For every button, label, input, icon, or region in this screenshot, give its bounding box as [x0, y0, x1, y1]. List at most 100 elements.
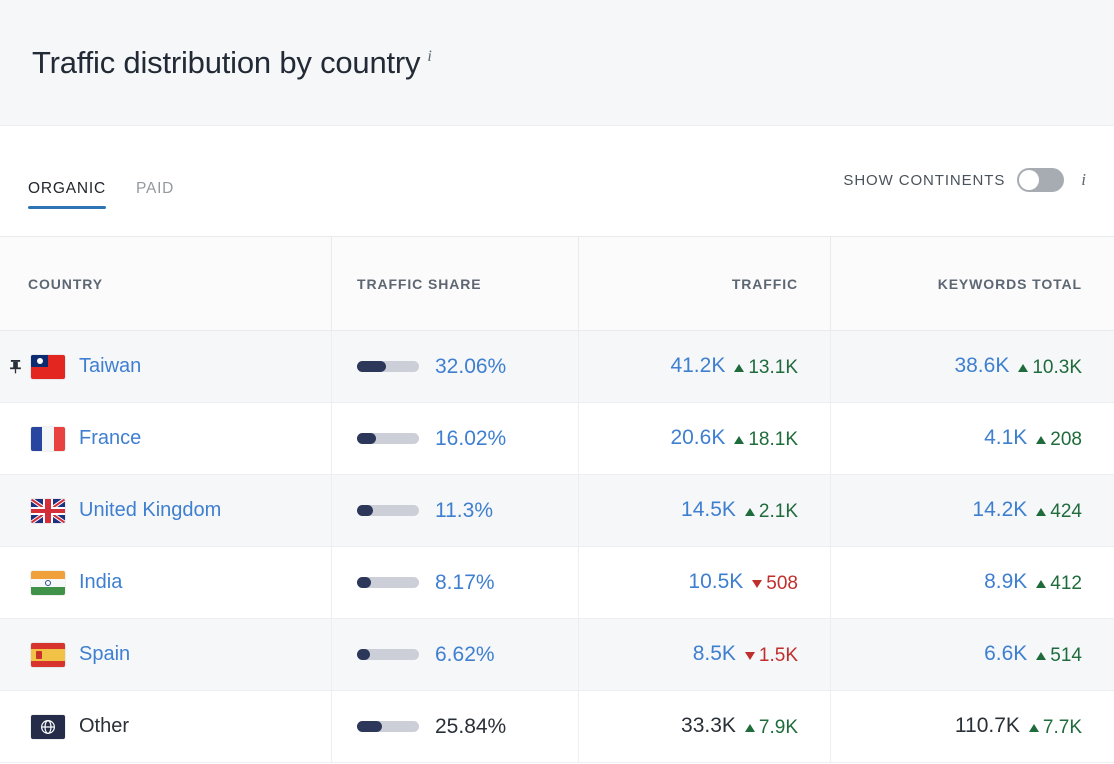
cell-traffic: 20.6K 18.1K — [578, 402, 830, 475]
column-header-traffic-share[interactable]: TRAFFIC SHARE — [331, 236, 578, 331]
country-name-link[interactable]: Taiwan — [79, 355, 141, 378]
keywords-delta: 514 — [1036, 645, 1082, 667]
delta-value: 7.9K — [758, 717, 798, 738]
traffic-value[interactable]: 20.6K — [670, 426, 725, 450]
share-bar-fill — [357, 433, 376, 444]
show-continents-toggle[interactable] — [1017, 168, 1065, 192]
trend-up-icon — [734, 436, 745, 444]
cell-country: Other — [0, 691, 331, 763]
cell-keywords-total: 4.1K 208 — [830, 402, 1114, 475]
show-continents-label: SHOW CONTINENTS — [843, 171, 1006, 189]
table-row[interactable]: India 8.17% 10.5K 508 8.9K 412 — [0, 546, 1114, 619]
keywords-value: 110.7K — [954, 714, 1020, 737]
keywords-delta: 10.3K — [1018, 357, 1082, 379]
cell-country: Spain — [0, 619, 331, 691]
table-row[interactable]: France 16.02% 20.6K 18.1K 4.1K 208 — [0, 402, 1114, 475]
card-header: Traffic distribution by country i — [0, 0, 1114, 126]
keywords-value[interactable]: 14.2K — [972, 498, 1027, 522]
flag-spain-icon — [31, 642, 65, 667]
table-row[interactable]: Other 25.84% 33.3K 7.9K 110.7K 7.7K — [0, 690, 1114, 763]
share-bar-fill — [357, 577, 371, 588]
delta-value: 508 — [766, 573, 798, 594]
delta-value: 2.1K — [758, 501, 798, 522]
country-name-link[interactable]: India — [79, 571, 122, 594]
table-body: Taiwan 32.06% 41.2K 13.1K 38.6K 10.3K France 16… — [0, 330, 1114, 763]
cell-country: India — [0, 547, 331, 619]
share-bar-fill — [357, 361, 386, 372]
cell-traffic: 14.5K 2.1K — [578, 474, 830, 547]
traffic-value: 33.3K — [681, 714, 736, 737]
trend-up-icon — [1036, 436, 1047, 444]
table-header-row: COUNTRY TRAFFIC SHARE TRAFFIC KEYWORDS T… — [0, 236, 1114, 331]
cell-traffic-share: 11.3% — [331, 474, 578, 547]
metric-group: 33.3K 7.9K — [681, 714, 798, 739]
metric-group: 110.7K 7.7K — [955, 714, 1082, 739]
keywords-delta: 424 — [1036, 501, 1082, 523]
traffic-delta: 508 — [752, 573, 798, 595]
traffic-value[interactable]: 14.5K — [681, 498, 736, 522]
tab-organic-label: ORGANIC — [28, 179, 106, 197]
tabs-toolbar: ORGANIC PAID SHOW CONTINENTS i — [0, 126, 1114, 237]
share-bar-track — [357, 433, 419, 444]
traffic-delta: 13.1K — [734, 357, 798, 379]
metric-group: 14.5K 2.1K — [681, 498, 798, 523]
keywords-delta: 208 — [1036, 429, 1082, 451]
share-bar-track — [357, 505, 419, 516]
share-bar-track — [357, 649, 419, 660]
traffic-value[interactable]: 10.5K — [688, 570, 743, 594]
table-row[interactable]: Taiwan 32.06% 41.2K 13.1K 38.6K 10.3K — [0, 330, 1114, 403]
country-name-link[interactable]: Spain — [79, 643, 130, 666]
cell-keywords-total: 110.7K 7.7K — [830, 690, 1114, 763]
traffic-value[interactable]: 41.2K — [670, 354, 725, 378]
pin-slot[interactable] — [9, 359, 31, 374]
tab-organic[interactable]: ORGANIC — [28, 179, 106, 210]
flag-united-kingdom-icon — [31, 498, 65, 523]
tab-paid-label: PAID — [135, 179, 175, 197]
metric-group: 41.2K 13.1K — [670, 354, 798, 379]
metric-group: 14.2K 424 — [972, 498, 1082, 523]
trend-up-icon — [744, 724, 755, 732]
trend-up-icon — [1028, 724, 1039, 732]
country-traffic-table: COUNTRY TRAFFIC SHARE TRAFFIC KEYWORDS T… — [0, 236, 1114, 763]
cell-traffic: 41.2K 13.1K — [578, 330, 830, 403]
keywords-delta: 412 — [1036, 573, 1082, 595]
share-bar-fill — [357, 505, 373, 516]
cell-traffic-share: 16.02% — [331, 402, 578, 475]
country-name-link[interactable]: United Kingdom — [79, 499, 221, 522]
cell-country: Taiwan — [0, 331, 331, 403]
continents-info-icon[interactable]: i — [1081, 170, 1086, 190]
traffic-delta: 7.9K — [744, 717, 798, 739]
delta-value: 7.7K — [1042, 717, 1082, 738]
tab-paid[interactable]: PAID — [135, 179, 175, 210]
column-header-keywords-total[interactable]: KEYWORDS TOTAL — [830, 236, 1114, 331]
traffic-value[interactable]: 8.5K — [693, 642, 736, 666]
delta-value: 424 — [1050, 501, 1082, 522]
cell-keywords-total: 8.9K 412 — [830, 546, 1114, 619]
pin-icon[interactable] — [9, 359, 22, 374]
keywords-value[interactable]: 4.1K — [984, 426, 1027, 450]
traffic-delta: 2.1K — [744, 501, 798, 523]
delta-value: 13.1K — [748, 357, 798, 378]
delta-value: 1.5K — [758, 645, 798, 666]
cell-keywords-total: 6.6K 514 — [830, 618, 1114, 691]
cell-keywords-total: 14.2K 424 — [830, 474, 1114, 547]
trend-down-icon — [744, 652, 755, 660]
share-percent: 32.06% — [435, 354, 507, 378]
keywords-value[interactable]: 38.6K — [954, 354, 1009, 378]
column-header-traffic[interactable]: TRAFFIC — [578, 236, 830, 331]
cell-country: France — [0, 403, 331, 475]
country-name-link: Other — [79, 715, 130, 737]
metric-group: 10.5K 508 — [688, 570, 798, 595]
country-name-link[interactable]: France — [79, 427, 141, 450]
keywords-value[interactable]: 8.9K — [984, 570, 1027, 594]
table-row[interactable]: Spain 6.62% 8.5K 1.5K 6.6K 514 — [0, 618, 1114, 691]
cell-traffic: 8.5K 1.5K — [578, 618, 830, 691]
info-icon[interactable]: i — [427, 48, 431, 65]
metric-group: 8.5K 1.5K — [693, 642, 798, 667]
keywords-value[interactable]: 6.6K — [984, 642, 1027, 666]
share-percent: 16.02% — [435, 426, 507, 450]
table-row[interactable]: United Kingdom 11.3% 14.5K 2.1K 14.2K 424 — [0, 474, 1114, 547]
cell-keywords-total: 38.6K 10.3K — [830, 330, 1114, 403]
share-percent: 11.3% — [435, 498, 493, 522]
column-header-country[interactable]: COUNTRY — [0, 237, 331, 331]
